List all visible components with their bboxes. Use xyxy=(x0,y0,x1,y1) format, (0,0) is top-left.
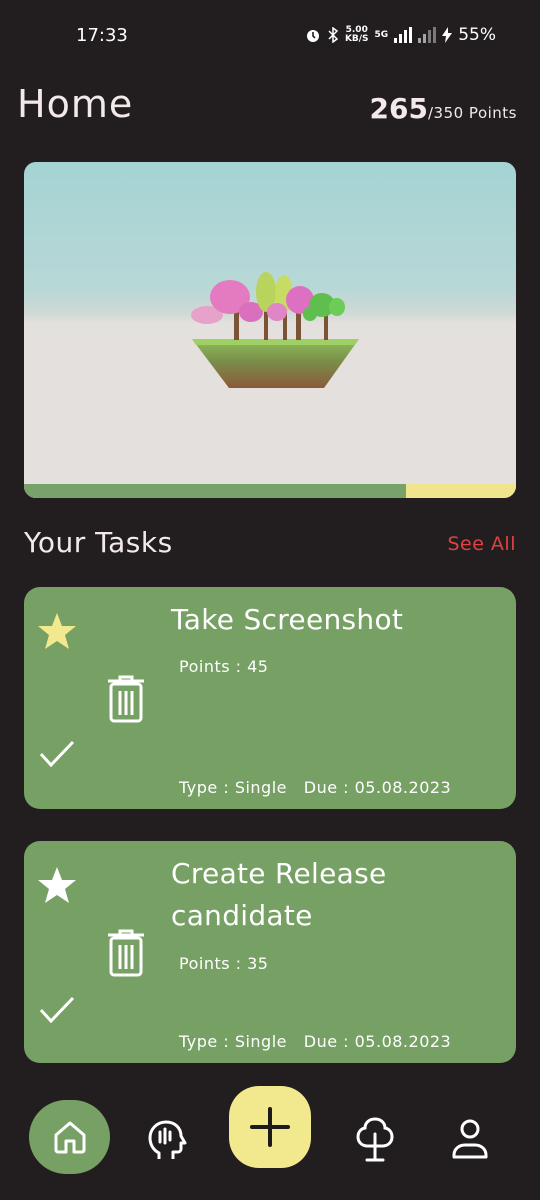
mind-icon xyxy=(148,1120,187,1159)
home-icon xyxy=(54,1121,85,1154)
floating-island-image xyxy=(191,272,359,388)
points-current: 265 xyxy=(369,92,428,125)
see-all-link[interactable]: See All xyxy=(447,533,516,555)
garden-progress-fill xyxy=(24,484,406,498)
task-card[interactable]: Take Screenshot Points : 45 Type : Singl… xyxy=(24,587,516,809)
plus-icon xyxy=(250,1107,290,1147)
network-speed-unit: KB/S xyxy=(344,34,369,44)
task-points: Points : 45 xyxy=(179,657,269,676)
task-title: Create Release candidate xyxy=(171,857,387,932)
task-card[interactable]: Create Release candidate Points : 35 Typ… xyxy=(24,841,516,1063)
add-task-button[interactable] xyxy=(229,1086,311,1168)
nav-garden[interactable] xyxy=(352,1114,398,1164)
points-total: /350 Points xyxy=(427,104,517,122)
star-icon[interactable] xyxy=(36,611,78,651)
charging-icon xyxy=(442,27,453,43)
garden-view[interactable] xyxy=(24,162,516,498)
bluetooth-icon xyxy=(328,27,339,43)
check-icon[interactable] xyxy=(38,739,76,769)
page-title: Home xyxy=(17,82,134,126)
nav-home[interactable] xyxy=(29,1100,110,1174)
tree-icon xyxy=(356,1117,394,1162)
signal-2-icon xyxy=(418,27,437,43)
nav-profile[interactable] xyxy=(447,1114,493,1164)
status-icons: 5.00 KB/S 5G 55% xyxy=(305,25,496,45)
trash-icon[interactable] xyxy=(106,675,146,723)
tasks-section-title: Your Tasks xyxy=(24,526,173,559)
points-display: 265/350 Points xyxy=(370,92,517,125)
network-speed: 5.00 KB/S xyxy=(345,26,369,44)
garden-progress-bar xyxy=(24,484,516,498)
profile-icon xyxy=(452,1119,488,1159)
signal-icon xyxy=(394,27,413,43)
network-type: 5G xyxy=(374,29,389,40)
alarm-icon xyxy=(306,30,319,42)
task-points: Points : 35 xyxy=(179,954,269,973)
task-title: Take Screenshot xyxy=(171,603,404,636)
trash-icon[interactable] xyxy=(106,929,146,977)
nav-mind[interactable] xyxy=(140,1114,190,1164)
battery-level: 55% xyxy=(458,25,496,45)
bottom-navigation xyxy=(0,1080,540,1200)
check-icon[interactable] xyxy=(38,995,76,1025)
task-meta: Type : Single Due : 05.08.2023 xyxy=(179,1032,452,1051)
status-bar: 17:33 5.00 KB/S 5G 55% xyxy=(0,0,540,72)
task-meta: Type : Single Due : 05.08.2023 xyxy=(179,778,452,797)
star-icon[interactable] xyxy=(36,865,78,905)
status-time: 17:33 xyxy=(76,25,128,46)
